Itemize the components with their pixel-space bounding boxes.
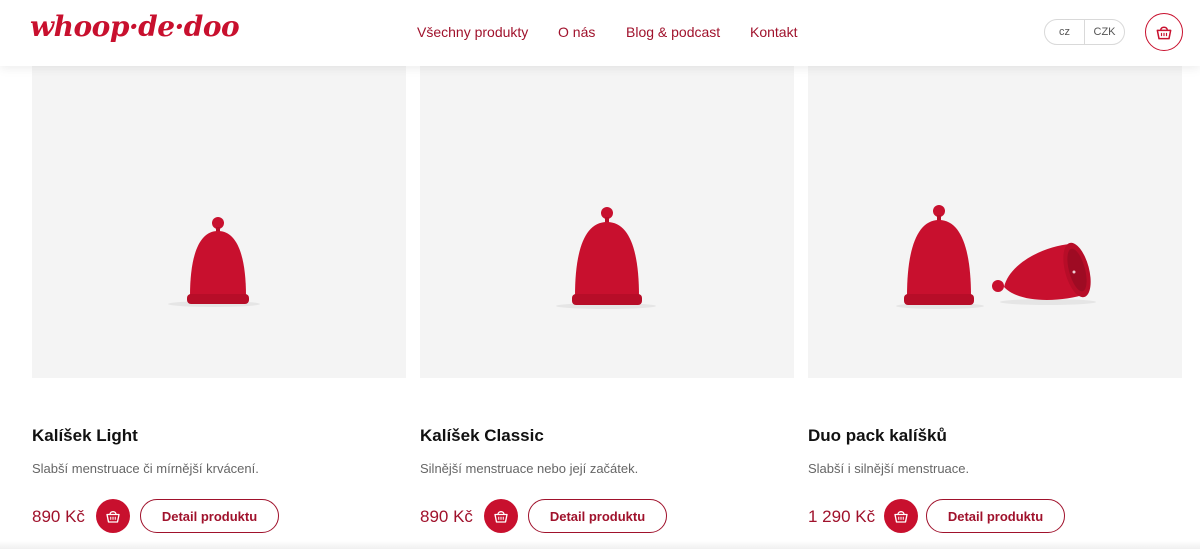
product-image[interactable]	[32, 66, 406, 378]
nav-link-about[interactable]: O nás	[558, 24, 595, 40]
product-card: Duo pack kalíšků Slabší i silnější menst…	[808, 0, 1182, 549]
basket-icon	[106, 511, 120, 523]
add-to-cart-button[interactable]	[484, 499, 518, 533]
cart-button[interactable]	[1145, 13, 1183, 51]
add-to-cart-button[interactable]	[884, 499, 918, 533]
product-detail-button[interactable]: Detail produktu	[528, 499, 667, 533]
scroll-fade	[0, 541, 1200, 549]
product-image[interactable]	[420, 66, 794, 378]
product-grid: Kalíšek Light Slabší menstruace či mírně…	[0, 0, 1200, 549]
product-detail-button[interactable]: Detail produktu	[140, 499, 279, 533]
language-selector[interactable]: cz	[1045, 20, 1084, 44]
product-image[interactable]	[808, 66, 1182, 378]
product-card: Kalíšek Light Slabší menstruace či mírně…	[32, 0, 406, 549]
site-header: whoop·de·doo Všechny produkty O nás Blog…	[0, 0, 1200, 66]
nav-link-contact[interactable]: Kontakt	[750, 24, 797, 40]
locale-switcher[interactable]: cz CZK	[1044, 19, 1125, 45]
product-price: 1 290 Kč	[808, 507, 876, 526]
product-description: Slabší i silnější menstruace.	[808, 461, 970, 476]
nav-link-all-products[interactable]: Všechny produkty	[417, 24, 528, 40]
currency-selector[interactable]: CZK	[1084, 20, 1124, 44]
menstrual-cup-image	[168, 217, 260, 307]
product-card: Kalíšek Classic Silnější menstruace nebo…	[420, 0, 794, 549]
basket-icon	[894, 511, 908, 523]
product-name[interactable]: Duo pack kalíšků	[808, 426, 947, 446]
basket-icon	[1156, 26, 1172, 40]
product-name[interactable]: Kalíšek Classic	[420, 426, 544, 446]
product-detail-button[interactable]: Detail produktu	[926, 499, 1065, 533]
basket-icon	[494, 511, 508, 523]
product-description: Slabší menstruace či mírnější krvácení.	[32, 461, 259, 476]
main-nav: Všechny produkty O nás Blog & podcast Ko…	[0, 0, 1200, 66]
product-price: 890 Kč	[32, 507, 85, 526]
menstrual-cup-image	[556, 207, 656, 309]
add-to-cart-button[interactable]	[96, 499, 130, 533]
nav-link-blog-podcast[interactable]: Blog & podcast	[626, 24, 720, 40]
product-name[interactable]: Kalíšek Light	[32, 426, 138, 446]
product-price: 890 Kč	[420, 507, 473, 526]
product-description: Silnější menstruace nebo její začátek.	[420, 461, 639, 476]
menstrual-cups-duo-image	[896, 205, 1096, 309]
